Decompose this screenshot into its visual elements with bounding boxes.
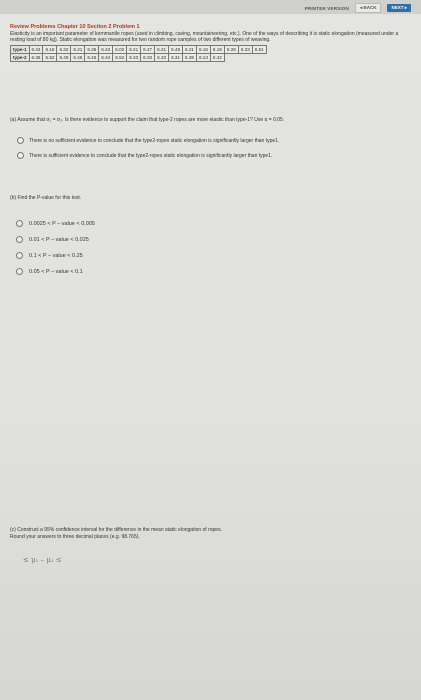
table-cell: 6.44: [98, 52, 114, 62]
back-button[interactable]: ◂ BACK: [354, 3, 382, 13]
table-cell: 6.42: [209, 52, 225, 62]
table-cell: 6.33: [140, 52, 156, 62]
problem-content: Review Problems Chapter 10 Section 2 Pro…: [10, 24, 415, 62]
part-c-instruction: Round your answers to three decimal plac…: [10, 534, 140, 540]
table-cell: 6.34: [28, 44, 44, 54]
ci-answer-expression: ≤ μ₁ – μ₂ ≤: [23, 556, 62, 564]
radio-button[interactable]: [17, 152, 24, 159]
data-table: type-1 6.34 6.16 6.32 6.21 6.36 6.43 6.02 6.21 6.…: [10, 44, 267, 62]
table-cell: 6.51: [251, 44, 267, 54]
table-cell: 6.47: [140, 44, 156, 54]
table-row: type-2 6.38 6.52 6.49 6.45 6.46 6.44 6.52 6.33 6.…: [10, 52, 267, 62]
table-cell: 6.31: [168, 52, 184, 62]
option-label: 0.0025 < P – value < 0.005: [29, 220, 95, 227]
part-b-option-3[interactable]: 0.1 < P – value < 0.25: [16, 252, 95, 259]
table-cell: 6.19: [209, 44, 225, 54]
table-cell: 6.16: [42, 44, 58, 54]
next-button[interactable]: NEXT ▸: [387, 4, 411, 12]
part-a-option-2[interactable]: There is sufficient evidence to conclude…: [17, 152, 410, 159]
table-cell: 6.52: [42, 52, 58, 62]
table-cell: 6.21: [154, 44, 170, 54]
table-cell: 6.43: [98, 44, 114, 54]
radio-button[interactable]: [16, 268, 23, 275]
part-b-option-4[interactable]: 0.05 < P – value < 0.1: [16, 268, 95, 275]
table-cell: 6.49: [56, 52, 72, 62]
radio-button[interactable]: [16, 220, 23, 227]
part-b-option-2[interactable]: 0.01 < P – value < 0.025: [16, 236, 95, 243]
radio-button[interactable]: [16, 252, 23, 259]
part-c-question: (c) Construct a 95% confidence interval …: [10, 527, 222, 533]
option-label: There is sufficient evidence to conclude…: [29, 152, 273, 159]
part-a: (a) Assume that σ₁ = σ₂. Is there eviden…: [10, 117, 410, 159]
part-c: (c) Construct a 95% confidence interval …: [10, 527, 410, 541]
row-label: type-2: [10, 52, 30, 62]
table-cell: 6.36: [84, 44, 100, 54]
top-bar: PRINTER VERSION ◂ BACK NEXT ▸: [0, 0, 421, 14]
table-cell: 6.52: [112, 52, 128, 62]
table-cell: 6.29: [223, 44, 239, 54]
table-cell: 6.39: [182, 52, 197, 62]
option-label: 0.01 < P – value < 0.025: [29, 236, 89, 243]
table-cell: 6.16: [195, 44, 211, 54]
table-cell: 6.33: [126, 52, 142, 62]
table-cell: 6.21: [182, 44, 197, 54]
table-cell: 6.32: [56, 44, 72, 54]
table-cell: 6.45: [70, 52, 86, 62]
page: PRINTER VERSION ◂ BACK NEXT ▸ Review Pro…: [0, 0, 421, 700]
table-cell: 6.21: [126, 44, 142, 54]
part-a-option-1[interactable]: There is no sufficient evidence to concl…: [17, 137, 410, 144]
problem-title: Review Problems Chapter 10 Section 2 Pro…: [10, 24, 140, 30]
part-b-option-1[interactable]: 0.0025 < P – value < 0.005: [16, 220, 95, 227]
radio-button[interactable]: [16, 236, 23, 243]
radio-button[interactable]: [17, 137, 24, 144]
table-cell: 6.49: [168, 44, 184, 54]
option-label: There is no sufficient evidence to concl…: [29, 137, 280, 144]
nav-bar: PRINTER VERSION ◂ BACK NEXT ▸: [305, 3, 411, 13]
option-label: 0.05 < P – value < 0.1: [29, 268, 83, 275]
part-b-question: (b) Find the P-value for this test.: [10, 195, 82, 201]
printer-version-link[interactable]: PRINTER VERSION: [305, 6, 349, 11]
table-cell: 6.21: [70, 44, 86, 54]
row-label: type-1: [10, 44, 30, 54]
table-cell: 6.02: [112, 44, 128, 54]
table-cell: 6.33: [237, 44, 253, 54]
problem-intro: Elasticity is an important parameter of …: [10, 31, 399, 44]
table-cell: 6.13: [195, 52, 211, 62]
option-label: 0.1 < P – value < 0.25: [29, 252, 83, 259]
table-cell: 6.46: [84, 52, 100, 62]
table-cell: 6.33: [154, 52, 170, 62]
table-cell: 6.38: [28, 52, 44, 62]
table-row: type-1 6.34 6.16 6.32 6.21 6.36 6.43 6.02 6.21 6.…: [10, 44, 267, 54]
part-b-options: 0.0025 < P – value < 0.005 0.01 < P – va…: [16, 220, 95, 284]
